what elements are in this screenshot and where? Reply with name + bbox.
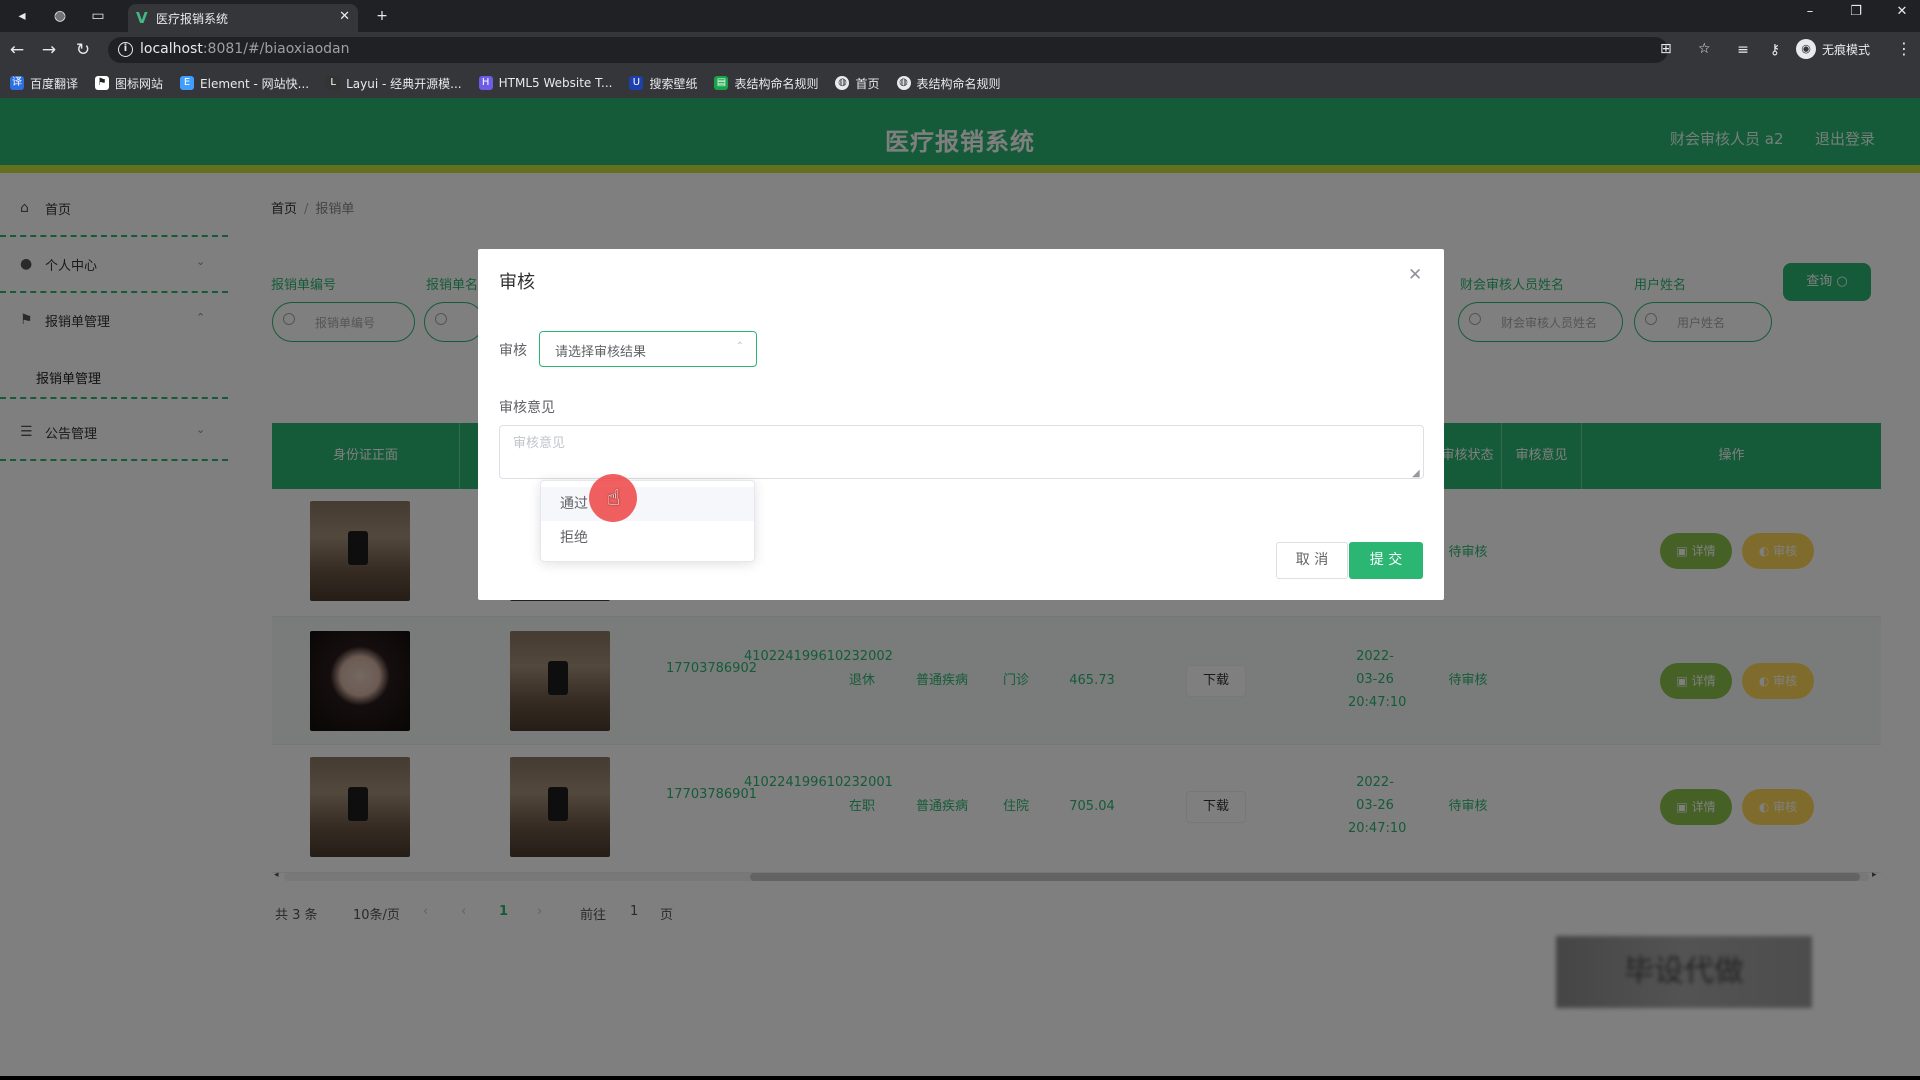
audit-result-dropdown: 通过 拒绝 <box>540 480 755 562</box>
bookmark-label: 搜索壁纸 <box>649 76 698 91</box>
bookmark-label: 图标网站 <box>115 76 164 91</box>
element-icon: E <box>180 76 195 90</box>
bookmark-item[interactable]: ▤ 表结构命名规则 <box>714 75 818 92</box>
browser-menu-icon[interactable]: ⋮ <box>1896 39 1912 58</box>
audit-opinion-label: 审核意见 <box>499 400 555 416</box>
bookmark-item[interactable]: 译百度翻译 <box>10 75 78 92</box>
bookmark-item[interactable]: ◍ 首页 <box>835 75 880 92</box>
restore-icon[interactable]: ❐ <box>1846 4 1866 24</box>
audit-result-label: 审核 <box>499 343 527 359</box>
key-icon[interactable]: ⚷ <box>1764 39 1786 61</box>
sheet-icon: ▤ <box>714 76 729 90</box>
dropdown-option-pass[interactable]: 通过 <box>541 487 754 521</box>
tab-title: 医疗报销系统 <box>156 12 229 26</box>
reload-icon[interactable]: ↻ <box>72 39 94 61</box>
active-tab[interactable]: V 医疗报销系统 ✕ <box>128 4 358 32</box>
site-info-icon[interactable]: i <box>118 42 133 57</box>
flag-icon: ⚑ <box>95 76 110 90</box>
minimize-icon[interactable]: – <box>1800 4 1820 24</box>
bookmark-label: 首页 <box>855 76 880 91</box>
back-icon[interactable]: ← <box>6 39 28 61</box>
bookmark-item[interactable]: ⚑ 图标网站 <box>95 75 163 92</box>
hand-cursor-icon: ☝ <box>607 486 621 511</box>
select-placeholder: 请选择审核结果 <box>555 345 647 360</box>
forward-icon[interactable]: → <box>38 39 60 61</box>
url-text[interactable]: localhost:8081/#/biaoxiaodan <box>140 41 350 57</box>
bookmark-label: Layui - 经典开源模... <box>346 76 462 91</box>
bookmark-star-icon[interactable]: ☆ <box>1698 41 1711 57</box>
dropdown-option-reject[interactable]: 拒绝 <box>541 521 754 555</box>
bookmark-item[interactable]: U 搜索壁纸 <box>629 75 697 92</box>
bookmark-item[interactable]: E Element - 网站快... <box>180 75 309 92</box>
bookmark-label: 百度翻译 <box>30 76 79 91</box>
layui-icon: L <box>326 76 341 90</box>
bookmark-label: HTML5 Website T... <box>498 76 613 90</box>
url-host: localhost <box>140 41 203 57</box>
submit-button[interactable]: 提 交 <box>1349 542 1423 579</box>
globe-icon: ◍ <box>835 76 850 90</box>
bookmark-item[interactable]: L Layui - 经典开源模... <box>326 75 462 92</box>
tab-search-icon[interactable]: ◂ <box>12 6 32 26</box>
vue-logo-icon: V <box>136 9 148 27</box>
browser-toolbar: ← → ↻ i localhost:8081/#/biaoxiaodan ⊞ ☆… <box>0 32 1920 68</box>
translate-icon[interactable]: ⊞ <box>1660 41 1672 57</box>
bookmark-item[interactable]: ◍ 表结构命名规则 <box>896 75 1001 92</box>
page-viewport: 医疗报销系统 财会审核人员 a2 退出登录 ⌂ 首页 ● 个人中心 ⌄ ⚑ 报销… <box>0 98 1920 1076</box>
bookmark-item[interactable]: H HTML5 Website T... <box>478 76 613 90</box>
bookmark-label: 表结构命名规则 <box>916 76 1001 91</box>
window-close-icon[interactable]: ✕ <box>1892 4 1912 24</box>
baidu-translate-icon: 译 <box>10 76 24 90</box>
incognito-label: 无痕模式 <box>1822 42 1871 57</box>
bookmarks-bar: 译百度翻译 ⚑ 图标网站 E Element - 网站快... L Layui - 经… <box>0 68 1920 98</box>
close-icon[interactable]: ✕ <box>1408 265 1422 285</box>
tab-close-icon[interactable]: ✕ <box>339 9 350 24</box>
browser-tab-bar: ◂ ◍ ▭ V 医疗报销系统 ✕ + – ❐ ✕ <box>0 0 1920 32</box>
globe-icon[interactable]: ◍ <box>50 6 70 26</box>
resize-grip-icon[interactable]: ◢ <box>1412 468 1420 479</box>
address-bar[interactable]: i localhost:8081/#/biaoxiaodan ⊞ ☆ <box>108 37 1711 63</box>
cancel-button[interactable]: 取 消 <box>1276 542 1348 579</box>
chevron-up-icon: ⌃ <box>735 341 744 352</box>
url-path: :8081/#/biaoxiaodan <box>202 41 350 57</box>
audit-result-select[interactable]: 请选择审核结果 ⌃ <box>539 331 757 367</box>
html5-icon: H <box>478 76 493 90</box>
audit-opinion-textarea[interactable] <box>499 425 1424 479</box>
reading-list-icon[interactable]: ≡ <box>1732 39 1754 61</box>
incognito-indicator[interactable]: ◉ 无痕模式 <box>1796 39 1870 59</box>
dialog-title: 审核 <box>499 272 535 293</box>
wallpaper-icon: U <box>629 76 644 90</box>
bookmark-label: Element - 网站快... <box>200 76 310 91</box>
window-icon[interactable]: ▭ <box>88 6 108 26</box>
bookmark-label: 表结构命名规则 <box>734 76 819 91</box>
globe-icon: ◍ <box>896 76 911 90</box>
incognito-icon: ◉ <box>1796 39 1816 59</box>
new-tab-icon[interactable]: + <box>372 6 392 26</box>
